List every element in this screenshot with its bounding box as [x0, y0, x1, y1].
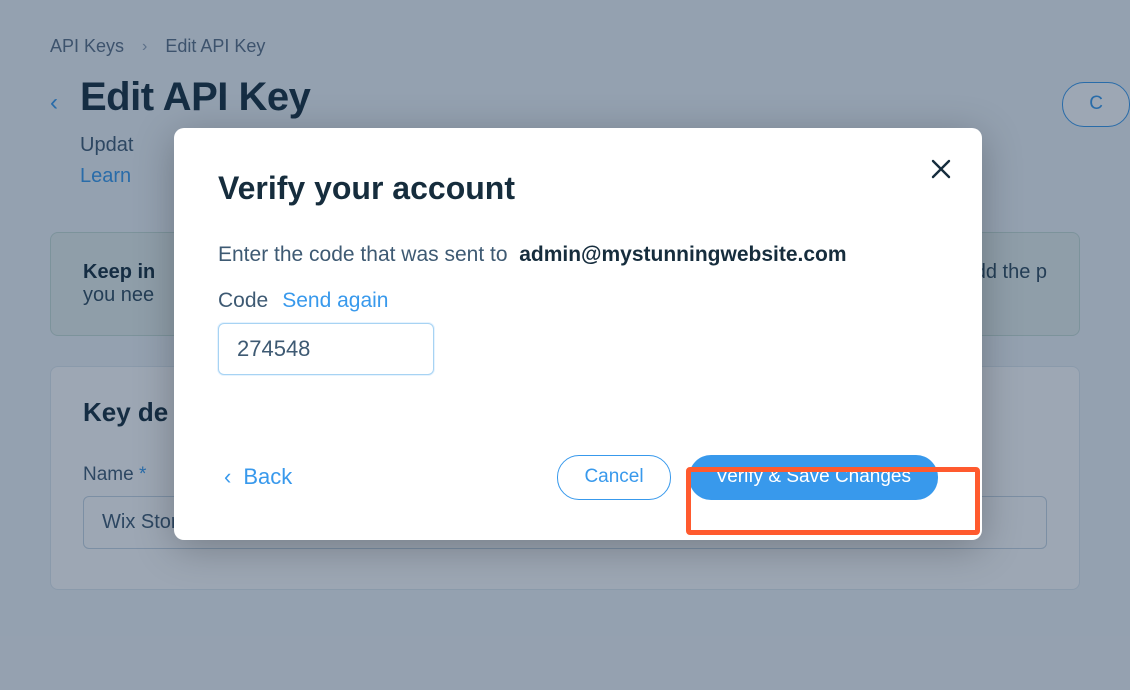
- prompt-email: admin@mystunningwebsite.com: [519, 243, 846, 266]
- code-label: Code: [218, 289, 268, 313]
- modal-prompt: Enter the code that was sent to admin@my…: [218, 243, 938, 267]
- back-button[interactable]: ‹ Back: [218, 464, 292, 490]
- cancel-button[interactable]: Cancel: [557, 455, 670, 500]
- send-again-link[interactable]: Send again: [282, 289, 388, 313]
- modal-footer: ‹ Back Cancel Verify & Save Changes: [218, 455, 938, 500]
- verify-save-button[interactable]: Verify & Save Changes: [689, 455, 938, 500]
- verify-account-modal: Verify your account Enter the code that …: [174, 128, 982, 540]
- code-row: Code Send again: [218, 289, 938, 313]
- code-input[interactable]: [218, 323, 434, 375]
- chevron-left-icon: ‹: [224, 464, 231, 490]
- close-icon[interactable]: [930, 158, 952, 185]
- modal-title: Verify your account: [218, 170, 938, 207]
- prompt-prefix: Enter the code that was sent to: [218, 243, 508, 266]
- back-label: Back: [243, 464, 292, 490]
